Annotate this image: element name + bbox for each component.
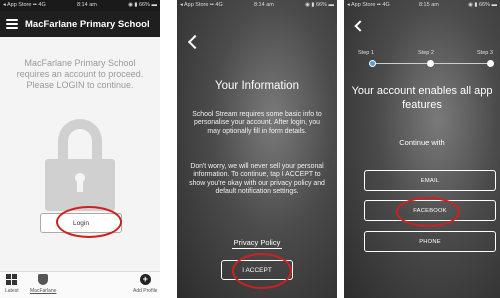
status-time: 8:14 am bbox=[76, 2, 97, 8]
school-crest-icon bbox=[38, 274, 49, 285]
screen-heading: Your account enables all app features bbox=[351, 85, 493, 111]
email-button[interactable]: EMAIL bbox=[364, 170, 496, 191]
tab-add-profile-label: Add Profile bbox=[133, 288, 158, 294]
lock-icon bbox=[45, 119, 115, 211]
accept-button[interactable]: I ACCEPT bbox=[221, 260, 293, 280]
login-button[interactable]: Login bbox=[40, 213, 122, 233]
blurred-background bbox=[344, 0, 500, 298]
facebook-button[interactable]: FACEBOOK bbox=[364, 200, 496, 221]
privacy-policy-link[interactable]: Privacy Policy bbox=[177, 238, 337, 247]
step-2-dot bbox=[427, 60, 434, 67]
phone-button[interactable]: PHONE bbox=[364, 231, 496, 252]
step-1-dot bbox=[369, 60, 376, 67]
status-carrier: ◂ App Store ▪▪ 4G bbox=[347, 2, 390, 8]
app-title: MacFarlane Primary School bbox=[25, 18, 150, 30]
privacy-paragraph: Don't worry, we will never sell your per… bbox=[189, 163, 325, 195]
tab-school-label: MacFarlane bbox=[30, 288, 57, 294]
step-2-label: Step 2 bbox=[418, 50, 434, 56]
grid-icon bbox=[6, 274, 18, 285]
status-time: 8:14 am bbox=[253, 2, 274, 8]
tab-bar: Latest MacFarlane + Add Profile bbox=[0, 271, 160, 298]
step-1-label: Step 1 bbox=[358, 50, 374, 56]
menu-icon[interactable] bbox=[6, 19, 18, 29]
tab-latest-label: Latest bbox=[5, 288, 19, 294]
tab-add-profile[interactable]: + Add Profile bbox=[133, 274, 157, 294]
tab-latest[interactable]: Latest bbox=[5, 274, 19, 294]
status-battery: ◉ ▮ 66% ▬ bbox=[305, 2, 334, 8]
privacy-underline bbox=[232, 248, 282, 249]
step-3-dot bbox=[487, 60, 494, 67]
screen-title: Your Information bbox=[215, 80, 299, 92]
app-bar: MacFarlane Primary School bbox=[0, 11, 160, 37]
info-paragraph: School Stream requires some basic info t… bbox=[192, 111, 322, 135]
status-battery: ◉ ▮ 66% ▬ bbox=[128, 2, 157, 8]
continue-with-label: Continue with bbox=[399, 138, 445, 147]
tab-school[interactable]: MacFarlane bbox=[30, 274, 56, 294]
blurred-background bbox=[177, 0, 337, 298]
status-bar: ◂ App Store ▪▪ 4G 8:14 am ◉ ▮ 66% ▬ bbox=[0, 0, 160, 11]
status-bar: ◂ App Store ▪▪ 4G 8:15 am ◉ ▮ 66% ▬ bbox=[344, 0, 500, 11]
status-time: 8:15 am bbox=[418, 2, 439, 8]
status-bar: ◂ App Store ▪▪ 4G 8:14 am ◉ ▮ 66% ▬ bbox=[177, 0, 337, 11]
status-battery: ◉ ▮ 66% ▬ bbox=[468, 2, 497, 8]
status-carrier: ◂ App Store ▪▪ 4G bbox=[3, 2, 46, 8]
plus-circle-icon: + bbox=[139, 274, 151, 285]
login-required-screen: ◂ App Store ▪▪ 4G 8:14 am ◉ ▮ 66% ▬ MacF… bbox=[0, 0, 160, 298]
account-options-screen: ◂ App Store ▪▪ 4G 8:15 am ◉ ▮ 66% ▬ Step… bbox=[344, 0, 500, 298]
step-3-label: Step 3 bbox=[477, 50, 493, 56]
login-required-message: MacFarlane Primary School requires an ac… bbox=[16, 58, 144, 90]
status-carrier: ◂ App Store ▪▪ 4G bbox=[180, 2, 223, 8]
your-information-screen: ◂ App Store ▪▪ 4G 8:14 am ◉ ▮ 66% ▬ Your… bbox=[177, 0, 337, 298]
